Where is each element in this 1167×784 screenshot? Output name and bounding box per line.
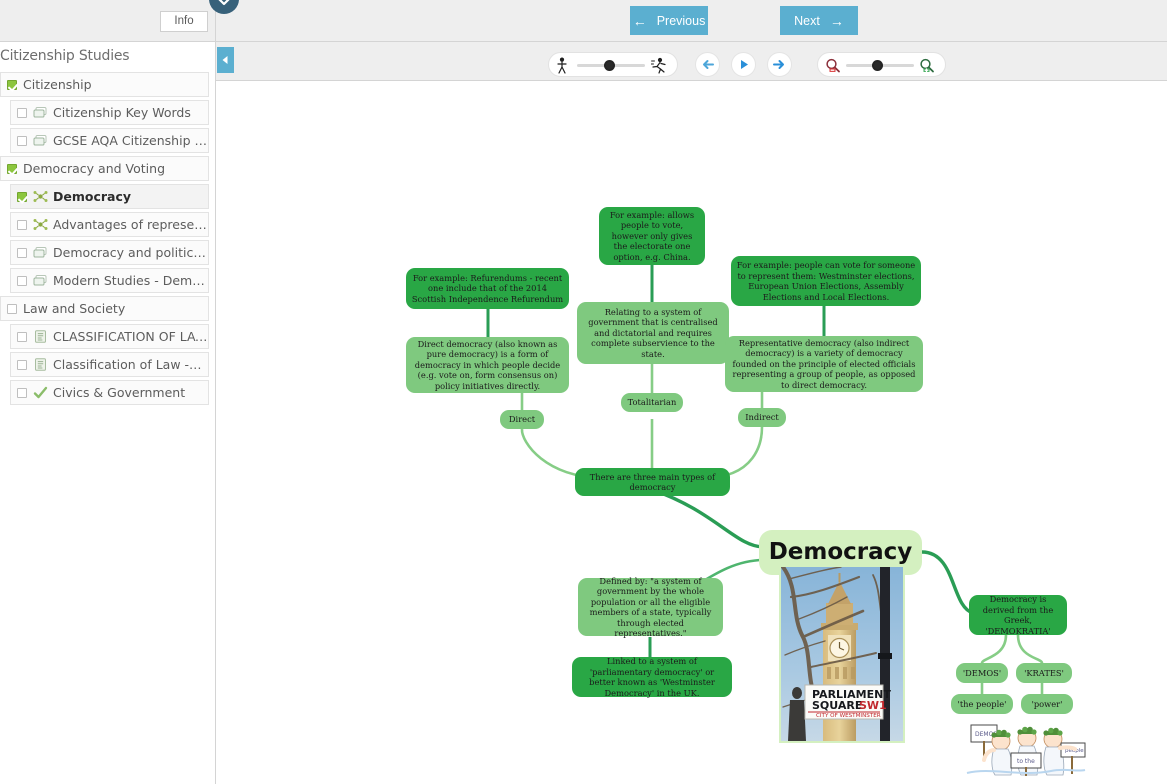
checkbox[interactable] (7, 79, 17, 90)
sidebar-item-label: Modern Studies - Democracy i... (53, 273, 208, 288)
sidebar-item-label: CLASSIFICATION OF LAWS (53, 329, 208, 344)
sidebar-item-democracy-and-political-partic[interactable]: Democracy and political partic... (10, 240, 209, 265)
course-tree: Citizenship Citizenship Key Words GCSE AQA… (0, 72, 215, 408)
sidebar-item-citizenship[interactable]: Citizenship (0, 72, 209, 97)
top-bar: Info ← Previous Next → (0, 0, 1167, 41)
checkbox[interactable] (7, 303, 17, 314)
checkbox[interactable] (7, 163, 17, 174)
previous-button-label: Previous (656, 13, 706, 28)
note-icon (33, 358, 48, 371)
mindmap-app: Info ← Previous Next → Citizenship Studi… (0, 0, 1167, 784)
svg-text:CITY OF WESTMINSTER: CITY OF WESTMINSTER (816, 713, 881, 719)
bigben-parliament-photo[interactable]: PARLIAMENT SQUARE SW1 CITY OF WESTMINSTE… (779, 565, 905, 743)
sidebar-item-civics-government[interactable]: Civics & Government (10, 380, 209, 405)
sidebar-item-modern-studies-democracy-i[interactable]: Modern Studies - Democracy i... (10, 268, 209, 293)
arrow-left-icon: ← (632, 12, 647, 29)
mindmap-node-totalitarian[interactable]: Totalitarian (621, 393, 683, 412)
card-icon (33, 274, 48, 287)
mindmap-node-indirect[interactable]: Indirect (738, 408, 786, 427)
mindmap-node-krates[interactable]: 'KRATES' (1016, 663, 1072, 683)
checkbox[interactable] (17, 219, 27, 230)
mindmap-node-three-types[interactable]: There are three main types of democracy (575, 468, 730, 496)
card-icon (33, 134, 48, 147)
speed-slider-knob[interactable] (604, 60, 615, 71)
next-button[interactable]: Next → (780, 6, 858, 35)
zoom-slider-knob[interactable] (872, 60, 883, 71)
sidebar-item-citizenship-key-words[interactable]: Citizenship Key Words (10, 100, 209, 125)
checkbox[interactable] (17, 359, 27, 370)
top-bar-left-cell: Info (0, 0, 216, 41)
checkbox[interactable] (17, 107, 27, 118)
sidebar-item-label: Advantages of representative... (53, 217, 208, 232)
sidebar-item-label: Law and Society (23, 301, 126, 316)
walking-figure-icon (556, 57, 570, 79)
arrow-right-icon: → (829, 12, 844, 29)
mindmap-node-demos[interactable]: 'DEMOS' (956, 663, 1008, 683)
sidebar-item-democracy-and-voting[interactable]: Democracy and Voting (0, 156, 209, 181)
mindmap-node-power[interactable]: 'power' (1021, 694, 1073, 714)
sidebar-item-label: Classification of Law -English L... (53, 357, 208, 372)
play-button[interactable] (731, 52, 756, 77)
zoom-slider[interactable] (817, 52, 946, 77)
mindmap-icon (33, 218, 48, 231)
mindmap-node-definition-indirect[interactable]: Representative democracy (also indirect … (725, 336, 923, 392)
sidebar-title: Citizenship Studies (0, 48, 130, 64)
note-icon (33, 330, 48, 343)
mindmap-node-definition-direct[interactable]: Direct democracy (also known as pure dem… (406, 337, 569, 393)
svg-text:to the: to the (1017, 758, 1035, 765)
sidebar-item-democracy[interactable]: Democracy (10, 184, 209, 209)
sidebar-item-gcse-aqa-citizenship-studies[interactable]: GCSE AQA Citizenship Studies:... (10, 128, 209, 153)
running-figure-icon (650, 57, 668, 79)
checkbox[interactable] (17, 275, 27, 286)
checkbox[interactable] (17, 247, 27, 258)
previous-button[interactable]: ← Previous (630, 6, 708, 35)
mindmap-node-greek-origin[interactable]: Democracy is derived from the Greek, 'DE… (969, 594, 1067, 636)
mindmap-icon (33, 190, 48, 203)
speed-slider[interactable] (548, 52, 678, 77)
greek-figures-cartoon[interactable]: DEMOS to the people (961, 717, 1089, 777)
mindmap-node-example-direct[interactable]: For example: Refurendums - recent one in… (406, 268, 569, 309)
checkbox[interactable] (17, 135, 27, 146)
step-forward-button[interactable] (767, 52, 792, 77)
svg-text:SQUARE: SQUARE (812, 699, 862, 712)
mindmap-node-example-indirect[interactable]: For example: people can vote for someone… (731, 256, 921, 306)
card-icon (33, 106, 48, 119)
zoom-in-icon (919, 58, 935, 78)
playback-toolbar (216, 41, 1167, 81)
sidebar-item-label: Democracy and political partic... (53, 245, 208, 260)
sidebar-item-classification-of-laws[interactable]: CLASSIFICATION OF LAWS (10, 324, 209, 349)
sidebar-item-advantages-of-representative[interactable]: Advantages of representative... (10, 212, 209, 237)
sidebar-item-label: Citizenship Key Words (53, 105, 191, 120)
quiz-icon (33, 386, 48, 399)
next-button-label: Next (794, 13, 820, 28)
sidebar-item-classification-of-law-english-l[interactable]: Classification of Law -English L... (10, 352, 209, 377)
mindmap-node-example-totalitarian[interactable]: For example: allows people to vote, howe… (599, 207, 705, 265)
mindmap-node-linked-to[interactable]: Linked to a system of 'parliamentary dem… (572, 656, 732, 698)
sidebar-collapse-button[interactable] (217, 47, 234, 73)
mindmap-node-definition-totalitarian[interactable]: Relating to a system of government that … (577, 302, 729, 364)
sidebar-item-label: Citizenship (23, 77, 92, 92)
sidebar-item-label: Democracy (53, 189, 132, 204)
mindmap-node-defined-by[interactable]: Defined by: "a system of government by t… (578, 576, 723, 638)
sidebar-item-law-and-society[interactable]: Law and Society (0, 296, 209, 321)
mindmap-node-the-people[interactable]: 'the people' (951, 694, 1013, 714)
card-icon (33, 246, 48, 259)
checkbox[interactable] (17, 331, 27, 342)
checkbox[interactable] (17, 191, 27, 202)
svg-text:SW1: SW1 (859, 699, 887, 712)
sidebar-item-label: Civics & Government (53, 385, 186, 400)
mindmap-node-direct[interactable]: Direct (500, 410, 544, 429)
info-button[interactable]: Info (160, 11, 208, 32)
sidebar-item-label: GCSE AQA Citizenship Studies:... (53, 133, 208, 148)
zoom-out-icon (825, 58, 841, 78)
checkbox[interactable] (17, 387, 27, 398)
step-back-button[interactable] (695, 52, 720, 77)
mindmap-canvas[interactable]: For example: allows people to vote, howe… (216, 82, 1167, 784)
sidebar-item-label: Democracy and Voting (23, 161, 166, 176)
course-sidebar: Citizenship Studies Citizenship Citizensh… (0, 41, 216, 784)
